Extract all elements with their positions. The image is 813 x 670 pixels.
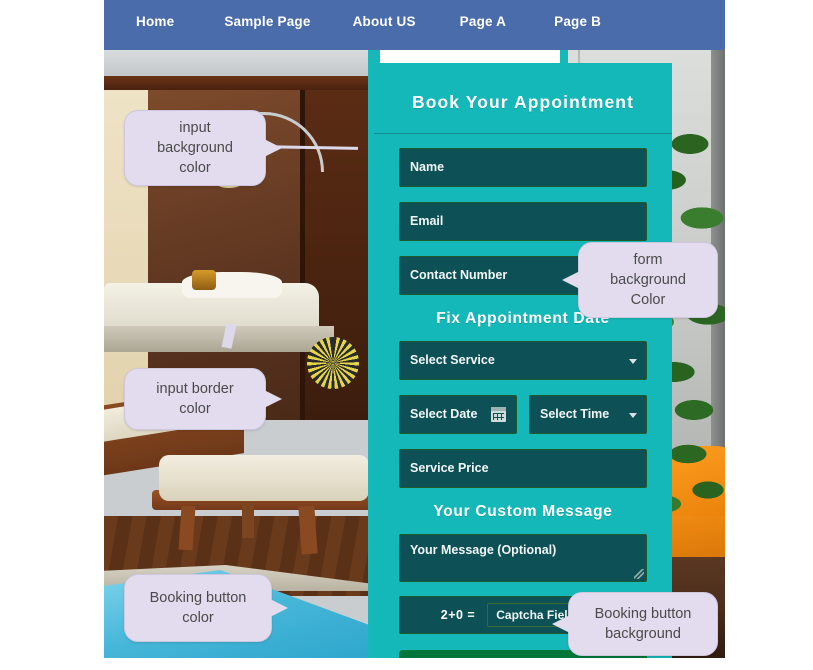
nav-items-container: Home Sample Page About US Page A Page B xyxy=(136,9,601,33)
callout-booking-button-background: Booking button background xyxy=(552,592,718,656)
callout-text: form background Color xyxy=(610,252,686,308)
select-date-input[interactable]: Select Date xyxy=(399,395,517,435)
nav-item-home[interactable]: Home xyxy=(136,12,174,31)
name-input[interactable]: Name xyxy=(399,148,647,188)
page-root: Home Sample Page About US Page A Page B xyxy=(0,0,813,670)
callout-text: Booking button background xyxy=(594,606,692,642)
message-placeholder: Your Message (Optional) xyxy=(410,543,557,558)
captcha-question: 2+0 = xyxy=(440,608,476,623)
email-input[interactable]: Email xyxy=(399,202,647,242)
date-time-row: Select Date Select Time xyxy=(399,395,647,435)
nav-item-page-a[interactable]: Page A xyxy=(460,12,506,31)
nav-item-sample-page[interactable]: Sample Page xyxy=(224,12,310,31)
message-textarea[interactable]: Your Message (Optional) xyxy=(399,534,647,583)
chevron-down-icon xyxy=(629,358,637,364)
callout-booking-button-color: Booking button color xyxy=(124,574,288,642)
nav-item-page-b[interactable]: Page B xyxy=(554,12,601,31)
callout-input-border-color: input border color xyxy=(124,368,282,430)
callout-text: Booking button color xyxy=(149,590,247,626)
select-date-label: Select Date xyxy=(410,407,478,422)
callout-input-background-color: input background color xyxy=(124,110,282,186)
callout-tail-icon xyxy=(552,615,570,633)
callout-tail-icon xyxy=(264,390,282,408)
callout-tail-icon xyxy=(562,271,580,289)
appointment-form: Book Your Appointment Name Email Contact… xyxy=(374,63,672,658)
chevron-down-icon xyxy=(629,412,637,418)
title-divider xyxy=(374,133,672,135)
select-service-label: Select Service xyxy=(410,353,495,368)
form-fields: Name Email Contact Number Fix Appointmen… xyxy=(374,148,672,658)
select-time-label: Select Time xyxy=(540,407,610,422)
form-title: Book Your Appointment xyxy=(411,91,635,112)
callout-tail-icon xyxy=(270,599,288,617)
section-heading-custom-message: Your Custom Message xyxy=(433,503,613,521)
callout-form-background-color: form background Color xyxy=(562,242,718,318)
top-navigation-bar: Home Sample Page About US Page A Page B xyxy=(104,0,725,50)
select-service-dropdown[interactable]: Select Service xyxy=(399,341,647,381)
service-price-input[interactable]: Service Price xyxy=(399,449,647,489)
resize-handle-icon[interactable] xyxy=(634,569,644,580)
callout-text: input border color xyxy=(156,381,234,417)
callout-tail-icon xyxy=(264,139,282,157)
callout-text: input background color xyxy=(157,120,233,176)
select-time-dropdown[interactable]: Select Time xyxy=(529,395,647,435)
calendar-icon[interactable] xyxy=(491,407,506,423)
nav-item-about-us[interactable]: About US xyxy=(353,12,416,31)
